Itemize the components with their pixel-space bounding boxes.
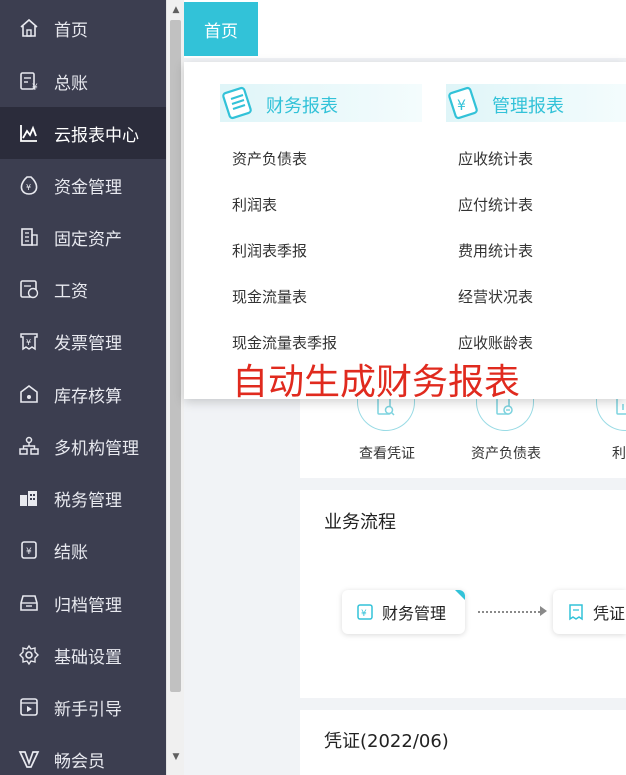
sidebar-item-label: 税务管理 [54, 491, 122, 511]
sidebar-item-label: 总账 [54, 74, 88, 94]
sidebar-item-label: 云报表中心 [54, 126, 139, 146]
scroll-thumb[interactable] [170, 20, 181, 692]
link-cash-flow-quarterly[interactable]: 现金流量表季报 [232, 332, 337, 353]
management-reports-header: ¥ 管理报表 [446, 84, 626, 122]
salary-icon [18, 278, 40, 300]
link-payables-stats[interactable]: 应付统计表 [458, 194, 533, 215]
financial-report-icon [222, 86, 252, 120]
sidebar-item-label: 多机构管理 [54, 439, 139, 459]
finance-step-icon: ¥ [357, 604, 373, 620]
promo-caption: 自动生成财务报表 [232, 362, 521, 403]
process-step-label: 财务管理 [382, 604, 447, 623]
business-process-title: 业务流程 [324, 512, 396, 533]
sidebar-item-fixed-assets[interactable]: 固定资产 [0, 211, 166, 263]
sidebar: 首页 ¥ 总账 云报表中心 ¥ 资金管理 固定资产 工资 ¥ 发票管理 库存核算… [0, 0, 166, 775]
sidebar-item-checkout[interactable]: ¥ 结账 [0, 524, 166, 576]
home-icon [18, 17, 40, 39]
sidebar-item-home[interactable]: 首页 [0, 2, 166, 54]
shortcut-label: 资产负债表 [471, 446, 541, 462]
sidebar-item-label: 发票管理 [54, 334, 122, 354]
shortcut-profit[interactable]: 利润 [576, 387, 626, 478]
svg-text:¥: ¥ [457, 98, 466, 114]
svg-text:¥: ¥ [361, 609, 367, 619]
sidebar-item-label: 工资 [54, 282, 88, 302]
sidebar-item-label: 首页 [54, 21, 88, 41]
video-guide-icon [18, 696, 40, 718]
building-icon [18, 226, 40, 248]
sidebar-item-archive[interactable]: 归档管理 [0, 577, 166, 629]
link-operating-status[interactable]: 经营状况表 [458, 286, 533, 307]
shortcut-label: 利润 [612, 446, 626, 462]
tab-home[interactable]: 首页 [184, 2, 258, 56]
svg-text:¥: ¥ [26, 547, 32, 557]
sidebar-scrollbar[interactable]: ▲ ▼ [166, 0, 184, 775]
sidebar-item-label: 固定资产 [54, 230, 122, 250]
sidebar-item-report-center[interactable]: 云报表中心 [0, 107, 166, 159]
sidebar-item-guide[interactable]: 新手引导 [0, 681, 166, 733]
sidebar-item-salary[interactable]: 工资 [0, 263, 166, 315]
link-balance-sheet[interactable]: 资产负债表 [232, 148, 307, 169]
tab-bar: 首页 [184, 0, 626, 58]
voucher-card: 凭证(2022/06) [300, 710, 626, 775]
chart-line-icon [18, 122, 40, 144]
link-receivables-stats[interactable]: 应收统计表 [458, 148, 533, 169]
link-cash-flow[interactable]: 现金流量表 [232, 286, 307, 307]
voucher-title: 凭证(2022/06) [324, 731, 449, 752]
sidebar-item-vip[interactable]: 畅会员 [0, 733, 166, 775]
flow-arrow-head-icon [540, 606, 547, 616]
link-receivables-aging[interactable]: 应收账龄表 [458, 332, 533, 353]
management-reports-title: 管理报表 [492, 96, 564, 117]
vip-icon [18, 748, 40, 770]
financial-reports-title: 财务报表 [266, 96, 338, 117]
process-step-voucher[interactable]: 凭证 [553, 590, 626, 634]
archive-icon [18, 592, 40, 614]
link-income-statement[interactable]: 利润表 [232, 194, 277, 215]
link-expense-stats[interactable]: 费用统计表 [458, 240, 533, 261]
ledger-icon: ¥ [18, 70, 40, 92]
management-report-icon: ¥ [448, 86, 478, 120]
sidebar-item-label: 新手引导 [54, 700, 122, 720]
process-step-finance[interactable]: ¥ 财务管理 [342, 590, 465, 634]
flow-arrow [478, 611, 544, 613]
svg-text:¥: ¥ [26, 183, 31, 192]
checkout-icon: ¥ [18, 539, 40, 561]
voucher-step-icon [569, 604, 583, 621]
org-tree-icon [18, 435, 40, 457]
step-corner-marker [455, 590, 465, 600]
sidebar-item-multi-org[interactable]: 多机构管理 [0, 420, 166, 472]
sidebar-item-label: 资金管理 [54, 178, 122, 198]
sidebar-item-label: 基础设置 [54, 648, 122, 668]
sidebar-item-tax[interactable]: 税务管理 [0, 472, 166, 524]
process-step-label: 凭证 [593, 604, 626, 623]
sidebar-item-label: 归档管理 [54, 596, 122, 616]
shortcuts-card: 查看凭证 资产负债表 利润 [300, 387, 626, 478]
svg-text:¥: ¥ [26, 338, 31, 347]
tax-icon [18, 487, 40, 509]
report-center-dropdown: 财务报表 ¥ 管理报表 资产负债表 利润表 利润表季报 现金流量表 现金流量表季… [184, 62, 626, 403]
sidebar-item-ledger[interactable]: ¥ 总账 [0, 55, 166, 107]
money-bag-icon: ¥ [18, 174, 40, 196]
business-process-card: 业务流程 ¥ 财务管理 凭证 [300, 490, 626, 698]
scroll-up-icon[interactable]: ▲ [167, 1, 185, 19]
invoice-icon: ¥ [18, 330, 40, 352]
sidebar-item-settings[interactable]: 基础设置 [0, 629, 166, 681]
shortcut-view-voucher[interactable]: 查看凭证 [337, 387, 437, 478]
warehouse-icon [18, 383, 40, 405]
sidebar-item-funds[interactable]: ¥ 资金管理 [0, 159, 166, 211]
scroll-down-icon[interactable]: ▼ [167, 748, 185, 766]
sidebar-item-invoice[interactable]: ¥ 发票管理 [0, 315, 166, 367]
sidebar-item-inventory[interactable]: 库存核算 [0, 368, 166, 420]
svg-text:¥: ¥ [32, 83, 38, 92]
financial-reports-header: 财务报表 [220, 84, 422, 122]
gear-icon [18, 644, 40, 666]
shortcut-balance-sheet[interactable]: 资产负债表 [456, 387, 556, 478]
sidebar-item-label: 库存核算 [54, 387, 122, 407]
sidebar-item-label: 畅会员 [54, 752, 105, 772]
link-income-quarterly[interactable]: 利润表季报 [232, 240, 307, 261]
shortcut-label: 查看凭证 [359, 446, 415, 462]
sidebar-item-label: 结账 [54, 543, 88, 563]
